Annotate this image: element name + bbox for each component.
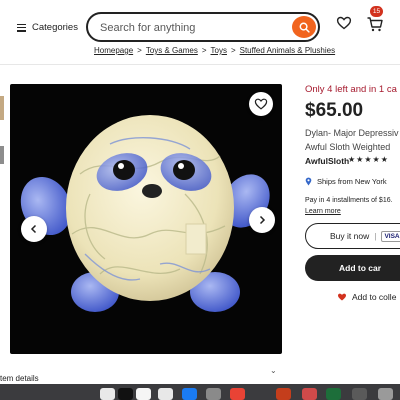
product-title: Dylan- Major Depressiv Awful Sloth Weigh… [305, 126, 400, 154]
buy-it-now-label: Buy it now [330, 231, 370, 241]
dock-app-icon[interactable] [182, 388, 197, 400]
learn-more-link[interactable]: Learn more [305, 208, 341, 215]
breadcrumb-separator: > [201, 46, 207, 55]
chevron-left-icon [30, 224, 37, 234]
separator: | [374, 231, 377, 241]
thumbnail-partial[interactable] [0, 96, 4, 120]
dock-app-icon[interactable] [302, 388, 317, 400]
breadcrumb-stuffed-animals[interactable]: Stuffed Animals & Plushies [240, 46, 335, 55]
favorites-heart-icon[interactable] [336, 15, 352, 31]
item-details-heading[interactable]: tem details [0, 374, 39, 383]
shop-name-link[interactable]: AwfulSloth [305, 156, 349, 166]
dock-app-icon[interactable] [136, 388, 151, 400]
categories-button[interactable]: Categories [17, 22, 78, 33]
ships-from-text: Ships from New York [317, 177, 387, 186]
product-title-line: Awful Sloth Weighted [305, 142, 391, 152]
header-divider [0, 64, 400, 65]
ships-from: Ships from New York [305, 177, 387, 186]
cart-count-badge: 15 [370, 6, 383, 17]
search-bar [86, 12, 320, 42]
dock-app-icon[interactable] [158, 388, 173, 400]
previous-image-button[interactable] [21, 216, 47, 242]
product-price: $65.00 [305, 100, 364, 121]
sloth-plush-illustration [20, 115, 270, 312]
search-icon [299, 22, 310, 33]
breadcrumb-toys-games[interactable]: Toys & Games [146, 46, 198, 55]
visa-badge: VISA [381, 230, 400, 242]
heart-icon [254, 98, 268, 110]
dock-app-icon[interactable] [352, 388, 367, 400]
chevron-right-icon [259, 215, 266, 225]
breadcrumb-homepage[interactable]: Homepage [94, 46, 133, 55]
star-rating: ★★★★★ [348, 155, 389, 164]
favorite-item-button[interactable] [249, 92, 273, 116]
breadcrumb-toys[interactable]: Toys [211, 46, 227, 55]
product-title-line: Dylan- Major Depressiv [305, 128, 399, 138]
dock-app-icon[interactable] [206, 388, 221, 400]
breadcrumb-separator: > [137, 46, 142, 55]
next-image-button[interactable] [249, 207, 275, 233]
heart-filled-icon [338, 293, 346, 301]
add-to-collection-label: Add to colle [352, 292, 397, 302]
product-image [10, 84, 282, 354]
location-pin-icon [305, 177, 312, 186]
chevron-down-icon[interactable]: ⌄ [270, 366, 277, 375]
add-to-cart-button[interactable]: Add to car [305, 255, 400, 281]
site-header: Categories 15 Homepage>Toys & Games>Toys… [0, 0, 400, 70]
browser-page: Categories 15 Homepage>Toys & Games>Toys… [0, 0, 400, 384]
categories-label: Categories [32, 22, 78, 33]
dock-app-icon[interactable] [230, 388, 245, 400]
thumbnail-partial[interactable] [0, 146, 4, 164]
dock-app-icon[interactable] [100, 388, 115, 400]
cart-icon[interactable] [366, 15, 384, 33]
search-button[interactable] [292, 16, 316, 38]
breadcrumb-separator: > [230, 46, 236, 55]
buy-it-now-button[interactable]: Buy it now | VISA [305, 223, 400, 249]
breadcrumb: Homepage > Toys & Games > Toys > Stuffed Anima… [94, 46, 335, 55]
dock-app-icon[interactable] [118, 388, 133, 400]
menu-icon [17, 23, 26, 32]
dock-app-icon[interactable] [378, 388, 393, 400]
search-input[interactable] [98, 19, 282, 37]
stock-notice: Only 4 left and in 1 ca [305, 84, 397, 95]
installments-text: Pay in 4 installments of $16. [305, 197, 393, 204]
dock-app-icon[interactable] [276, 388, 291, 400]
dock-app-icon[interactable] [326, 388, 341, 400]
add-to-collection-button[interactable]: Add to colle [337, 292, 396, 302]
